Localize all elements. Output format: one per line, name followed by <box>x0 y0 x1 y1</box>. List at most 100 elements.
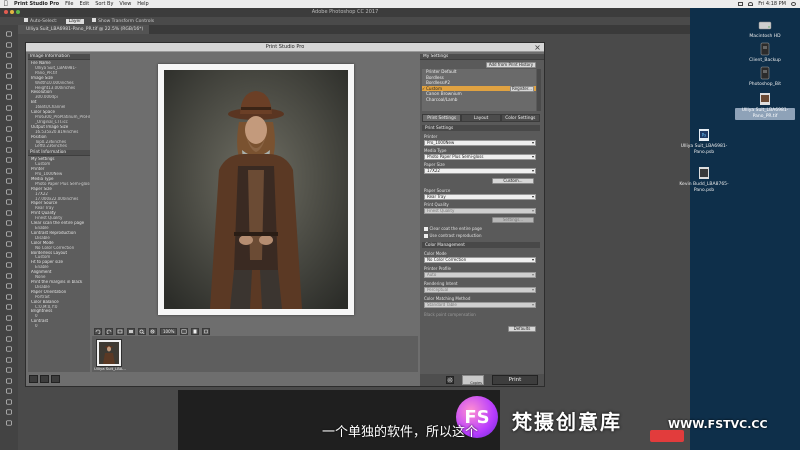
tool-icon[interactable] <box>5 262 13 268</box>
tool-icon[interactable] <box>5 188 13 195</box>
tool-icon[interactable] <box>5 346 13 352</box>
tool-icon[interactable] <box>5 104 13 111</box>
tool-icon[interactable] <box>5 293 13 300</box>
paper-source-select[interactable]: Rear Tray ▾ <box>424 194 536 200</box>
register-button[interactable]: Register... <box>510 86 534 92</box>
clock[interactable]: Fri 4:18 PM <box>758 1 786 7</box>
tool-icon[interactable] <box>5 52 13 58</box>
apple-icon[interactable]:  <box>4 1 10 7</box>
printer-profile-select[interactable]: Auto ▾ <box>424 272 536 278</box>
crop-button[interactable] <box>116 327 124 335</box>
paper-size-select[interactable]: 17X22 ▾ <box>424 168 536 174</box>
color-management-section[interactable]: Color Management <box>422 242 540 248</box>
menu-app-name[interactable]: Print Studio Pro <box>14 1 59 7</box>
tool-icon[interactable] <box>5 272 13 279</box>
tool-icon[interactable] <box>5 335 13 342</box>
battery-icon[interactable] <box>738 2 744 6</box>
rotate-left-button[interactable] <box>94 327 102 335</box>
menu-file[interactable]: File <box>65 1 73 7</box>
tool-icon[interactable] <box>5 136 13 142</box>
tool-icon[interactable] <box>5 125 13 132</box>
media-type-select[interactable]: Photo Paper Plus Semi-gloss ▾ <box>424 154 536 160</box>
printer-select[interactable]: Pro_1000New ▾ <box>424 140 536 146</box>
tab-layout[interactable]: Layout <box>461 114 501 122</box>
document-tab[interactable]: Ulliya Suit_LBA6981-Pano_PR.tif @ 22.5% … <box>20 25 150 34</box>
color-mode-select[interactable]: No Color Correction ▾ <box>424 257 536 263</box>
tool-icon[interactable] <box>5 62 13 69</box>
desktop-icon-client-backup[interactable]: Client_Backup <box>735 42 795 64</box>
color-matching-select[interactable]: Standard Table ▾ <box>424 302 536 308</box>
copies-field[interactable]: Copies <box>462 375 484 385</box>
contrast-reproduction-checkbox[interactable]: Use contrast reproduction <box>424 233 482 238</box>
menu-edit[interactable]: Edit <box>80 1 90 7</box>
desktop-icon-photoshop-bit[interactable]: Photoshop_Bit <box>735 66 795 88</box>
tool-icon[interactable] <box>5 167 13 174</box>
tool-icon[interactable] <box>5 409 13 415</box>
tab-color-settings[interactable]: Color Settings <box>500 114 540 122</box>
my-settings-header[interactable]: My Settings <box>420 54 544 60</box>
print-button[interactable]: Print <box>492 375 538 385</box>
desktop-icon-psb-file-1[interactable]: Ps Ulliya Suit_LBA6981-Pano.psb <box>674 128 734 156</box>
menu-sort-by[interactable]: Sort By <box>95 1 113 7</box>
tool-icon[interactable] <box>5 398 13 405</box>
close-icon[interactable] <box>535 45 540 50</box>
tool-icon[interactable] <box>5 356 13 363</box>
defaults-button[interactable]: Defaults <box>508 326 536 332</box>
checkbox-button[interactable] <box>202 327 211 335</box>
info-button[interactable] <box>191 327 200 335</box>
add-from-history-button[interactable]: Add from Print History <box>486 62 536 68</box>
layer-select[interactable]: Layer <box>65 18 85 24</box>
desktop-icon-psb-file-2[interactable]: Kevin Budd_LBA8765-Pano.psb <box>674 166 734 194</box>
tool-icon[interactable] <box>5 157 13 163</box>
view-grid-button[interactable] <box>40 375 49 383</box>
show-transform-option[interactable]: Show Transform Controls <box>92 18 154 24</box>
view-single-button[interactable] <box>29 375 38 383</box>
fit-button[interactable] <box>180 327 189 335</box>
wifi-icon[interactable] <box>748 2 754 6</box>
select-all-button[interactable] <box>127 327 135 335</box>
menu-view[interactable]: View <box>119 1 131 7</box>
desktop-icon-tif-file[interactable]: Ulliya Suit_LBA6981-Pano_PR.tif <box>735 92 795 120</box>
tool-icon[interactable] <box>5 178 13 184</box>
tool-icon[interactable] <box>5 220 13 226</box>
clear-coat-checkbox[interactable]: Clear coat the entire page <box>424 226 482 231</box>
black-point-checkbox[interactable]: Black point compensation <box>424 312 476 317</box>
tool-icon[interactable] <box>5 115 13 121</box>
zoom-out-button[interactable] <box>149 327 157 335</box>
tool-icon[interactable] <box>5 241 13 247</box>
tool-icon[interactable] <box>5 283 13 289</box>
tool-icon[interactable] <box>5 377 13 384</box>
zoom-window-icon[interactable] <box>16 10 20 14</box>
image-thumbnail[interactable] <box>96 339 122 367</box>
auto-select-option[interactable]: Auto-Select: <box>24 18 58 24</box>
print-quality-select[interactable]: Finest Quality ▾ <box>424 208 536 214</box>
tool-icon[interactable] <box>5 367 13 373</box>
close-window-icon[interactable] <box>4 10 8 14</box>
tab-print-settings[interactable]: Print Settings <box>422 114 462 122</box>
rendering-intent-select[interactable]: Perceptual ▾ <box>424 287 536 293</box>
tool-icon[interactable] <box>5 199 13 205</box>
tool-icon[interactable] <box>5 388 13 394</box>
print-settings-section[interactable]: Print Settings <box>422 125 540 131</box>
presets-scrollbar[interactable] <box>537 69 541 111</box>
tool-icon[interactable] <box>5 304 13 310</box>
tool-icon[interactable] <box>5 94 13 100</box>
tool-icon[interactable] <box>5 209 13 216</box>
tool-icon[interactable] <box>5 251 13 258</box>
zoom-in-button[interactable] <box>138 327 146 335</box>
quality-settings-button[interactable]: Settings... <box>492 217 534 223</box>
view-list-button[interactable] <box>51 375 60 383</box>
preset-item[interactable]: Charcoal/Lamb <box>422 97 536 103</box>
zoom-level[interactable]: 100% <box>160 327 178 335</box>
custom-size-button[interactable]: Custom... <box>492 178 534 184</box>
tool-icon[interactable] <box>5 31 13 37</box>
tool-icon[interactable] <box>5 41 13 48</box>
gear-button[interactable] <box>446 376 454 384</box>
tool-icon[interactable] <box>5 83 13 90</box>
tool-icon[interactable] <box>5 314 13 321</box>
tool-icon[interactable] <box>5 325 13 331</box>
tool-icon[interactable] <box>5 146 13 153</box>
search-icon[interactable] <box>791 2 796 6</box>
rotate-right-button[interactable] <box>105 327 113 335</box>
menu-help[interactable]: Help <box>137 1 148 7</box>
